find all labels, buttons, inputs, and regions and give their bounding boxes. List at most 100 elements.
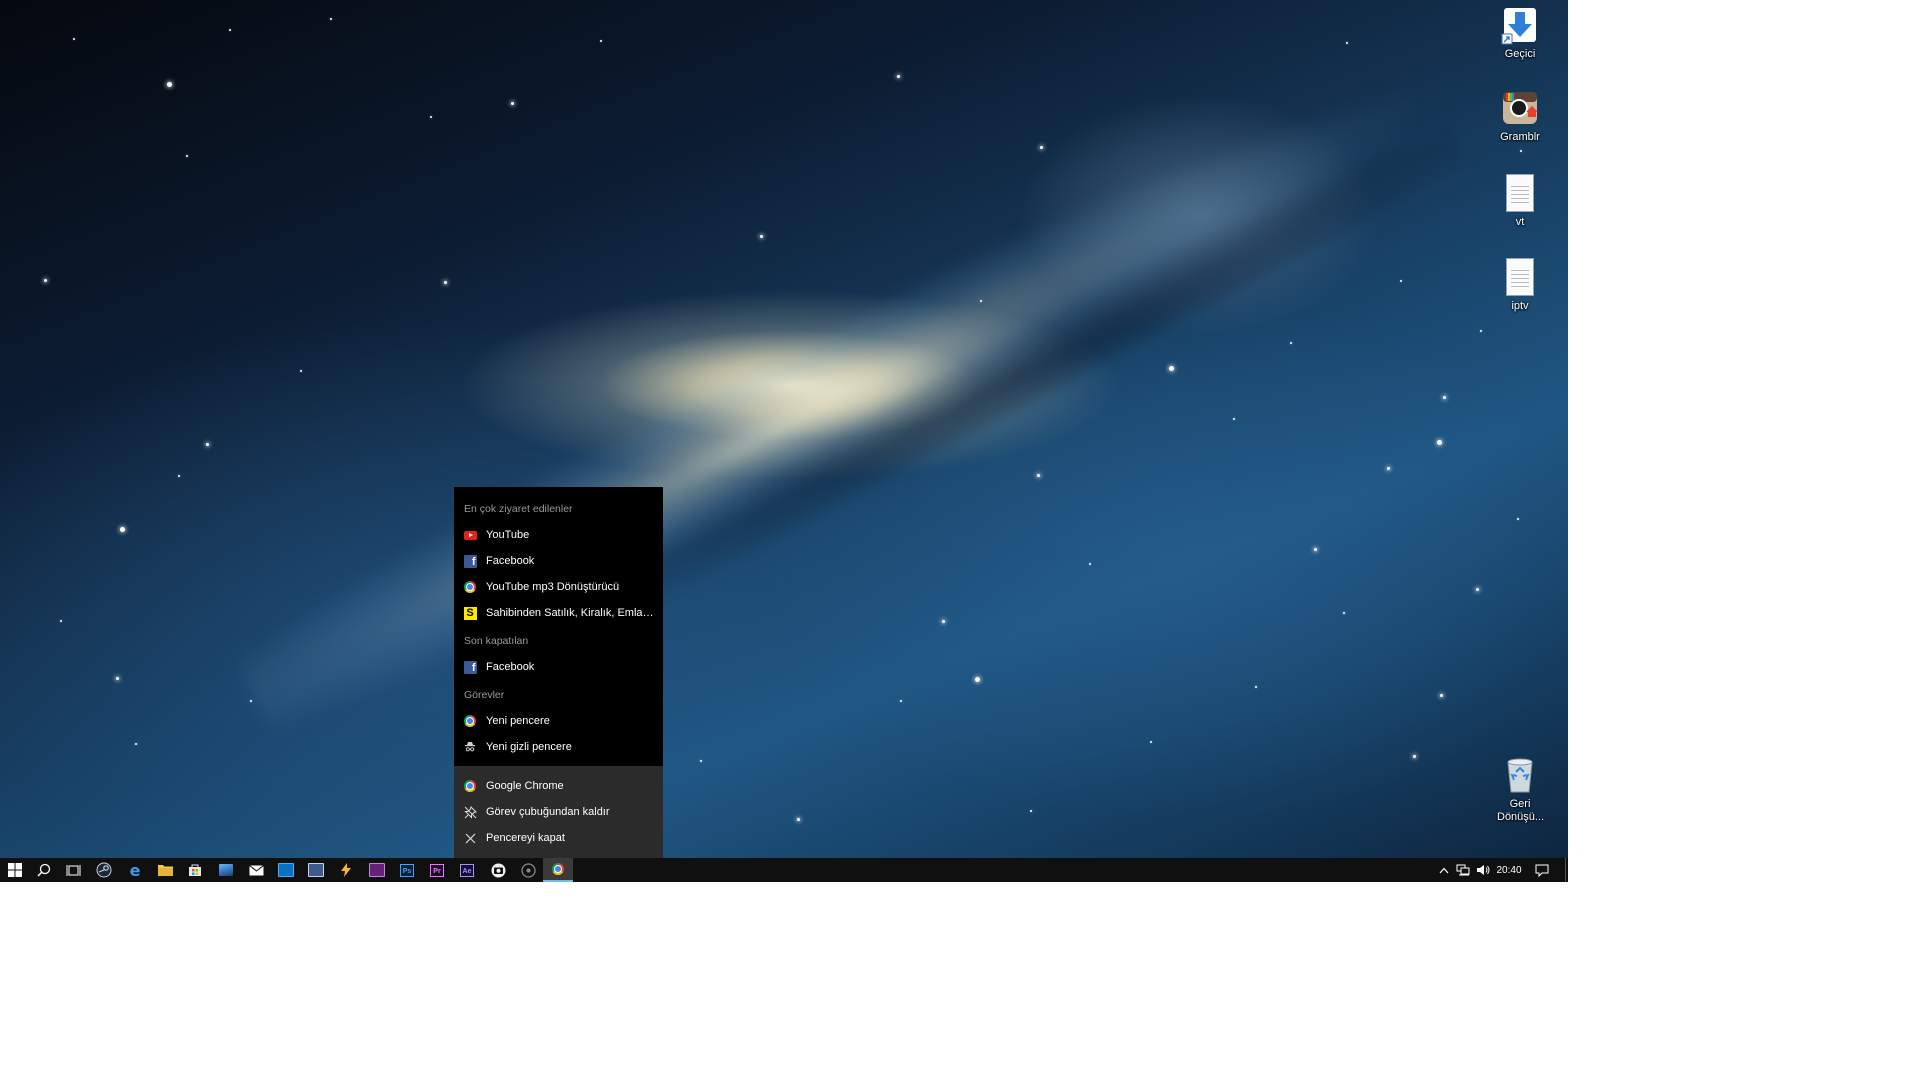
taskbar-app-winamp[interactable] bbox=[331, 858, 361, 882]
star bbox=[1150, 741, 1152, 743]
app-action-unpin[interactable]: Görev çubuğundan kaldır bbox=[454, 799, 663, 825]
folder-icon bbox=[157, 865, 173, 876]
store-icon bbox=[189, 864, 201, 876]
facebook-icon: f bbox=[463, 554, 477, 568]
app-action-google-chrome[interactable]: Google Chrome bbox=[454, 773, 663, 799]
star bbox=[760, 235, 763, 238]
mail-icon bbox=[248, 864, 264, 875]
most-visited-header: En çok ziyaret edilenler bbox=[464, 503, 573, 515]
taskbar-app-edge[interactable]: e bbox=[120, 858, 150, 882]
taskbar-app-chrome[interactable] bbox=[543, 858, 573, 882]
desktop-icon-gramblr[interactable]: Gramblr bbox=[1483, 89, 1557, 144]
taskbar-app-photoshop[interactable]: Ps bbox=[392, 858, 422, 882]
jump-item-label: Yeni pencere bbox=[486, 715, 550, 727]
chrome-icon bbox=[463, 714, 477, 728]
star bbox=[1480, 330, 1482, 332]
star bbox=[980, 300, 982, 302]
jump-item-youtube-mp3[interactable]: YouTube mp3 Dönüştürücü bbox=[454, 574, 663, 600]
desktop-icon-gecici[interactable]: Geçici bbox=[1483, 6, 1557, 61]
terminal-icon bbox=[308, 863, 324, 877]
taskbar-app-store[interactable] bbox=[180, 858, 210, 882]
chrome-icon bbox=[552, 863, 564, 875]
jump-item-youtube[interactable]: YouTube bbox=[454, 522, 663, 548]
jump-item-new-incognito-window[interactable]: Yeni gizli pencere bbox=[454, 734, 663, 760]
jump-item-recent-facebook[interactable]: f Facebook bbox=[454, 654, 663, 680]
action-center-button[interactable] bbox=[1532, 858, 1552, 882]
premiere-icon: Pr bbox=[430, 863, 444, 877]
jump-item-new-window[interactable]: Yeni pencere bbox=[454, 708, 663, 734]
star bbox=[116, 677, 119, 680]
instagram-camera-icon bbox=[1500, 89, 1540, 129]
star bbox=[1387, 467, 1390, 470]
jump-item-label: Facebook bbox=[486, 555, 535, 567]
network-button[interactable] bbox=[1454, 858, 1472, 882]
photos-icon bbox=[219, 864, 233, 876]
taskbar-app-media[interactable] bbox=[513, 858, 543, 882]
start-button[interactable] bbox=[0, 858, 30, 882]
outlook-icon bbox=[278, 863, 294, 877]
facebook-icon: f bbox=[463, 660, 477, 674]
taskbar-app-mail[interactable] bbox=[241, 858, 271, 882]
visual-studio-icon bbox=[369, 863, 385, 877]
clock[interactable]: 20:40 bbox=[1494, 858, 1524, 882]
taskbar-app-camera[interactable] bbox=[483, 858, 513, 882]
star bbox=[1089, 563, 1091, 565]
task-view-button[interactable] bbox=[58, 858, 88, 882]
star bbox=[1255, 686, 1257, 688]
volume-button[interactable] bbox=[1474, 858, 1492, 882]
star bbox=[1169, 366, 1174, 371]
media-player-icon bbox=[520, 862, 536, 878]
close-icon bbox=[463, 831, 477, 845]
desktop-icon-vt[interactable]: vt bbox=[1483, 172, 1557, 229]
show-hidden-icons-button[interactable] bbox=[1436, 858, 1452, 882]
star bbox=[1440, 694, 1443, 697]
star bbox=[135, 743, 137, 745]
star bbox=[797, 818, 800, 821]
star bbox=[1040, 146, 1043, 149]
text-document-icon bbox=[1500, 258, 1540, 298]
taskbar: e Ps Pr Ae 20:40 bbox=[0, 858, 1568, 882]
taskbar-app-visual-studio[interactable] bbox=[362, 858, 392, 882]
taskbar-app-outlook[interactable] bbox=[271, 858, 301, 882]
star bbox=[300, 370, 302, 372]
jump-item-label: YouTube mp3 Dönüştürücü bbox=[486, 581, 620, 593]
download-arrow-icon bbox=[1500, 6, 1540, 46]
windows-logo-icon bbox=[8, 863, 22, 877]
jump-item-label: Facebook bbox=[486, 661, 535, 673]
star bbox=[700, 760, 702, 762]
taskbar-app-after-effects[interactable]: Ae bbox=[452, 858, 482, 882]
taskbar-app-steam[interactable] bbox=[89, 858, 119, 882]
star bbox=[206, 443, 209, 446]
star bbox=[1443, 396, 1446, 399]
show-desktop-button[interactable] bbox=[1562, 858, 1568, 882]
star bbox=[1413, 755, 1416, 758]
star bbox=[1346, 42, 1348, 44]
edge-icon: e bbox=[129, 860, 141, 880]
jump-item-facebook[interactable]: f Facebook bbox=[454, 548, 663, 574]
search-button[interactable] bbox=[29, 858, 59, 882]
app-action-close-window[interactable]: Pencereyi kapat bbox=[454, 825, 663, 851]
star bbox=[44, 279, 47, 282]
taskbar-app-photos[interactable] bbox=[211, 858, 241, 882]
star bbox=[250, 700, 252, 702]
youtube-icon bbox=[463, 528, 477, 542]
star bbox=[1037, 474, 1040, 477]
after-effects-icon: Ae bbox=[460, 863, 474, 877]
taskbar-app-terminal[interactable] bbox=[301, 858, 331, 882]
notification-icon bbox=[1535, 864, 1549, 877]
desktop-icon-recycle-bin[interactable]: Geri Dönüşü... bbox=[1483, 756, 1557, 824]
star bbox=[1233, 418, 1235, 420]
star bbox=[975, 677, 980, 682]
star bbox=[1517, 518, 1519, 520]
taskbar-app-file-explorer[interactable] bbox=[150, 858, 180, 882]
taskbar-app-premiere[interactable]: Pr bbox=[422, 858, 452, 882]
star bbox=[330, 18, 332, 20]
jump-item-sahibinden[interactable]: S Sahibinden Satılık, Kiralık, Emlak, Ot… bbox=[454, 600, 663, 626]
speaker-icon bbox=[1477, 865, 1490, 875]
star bbox=[1290, 342, 1292, 344]
star bbox=[511, 102, 514, 105]
star bbox=[60, 620, 62, 622]
desktop-icon-label: vt bbox=[1515, 216, 1525, 228]
desktop-icon-iptv[interactable]: iptv bbox=[1483, 256, 1557, 313]
star bbox=[1437, 440, 1442, 445]
